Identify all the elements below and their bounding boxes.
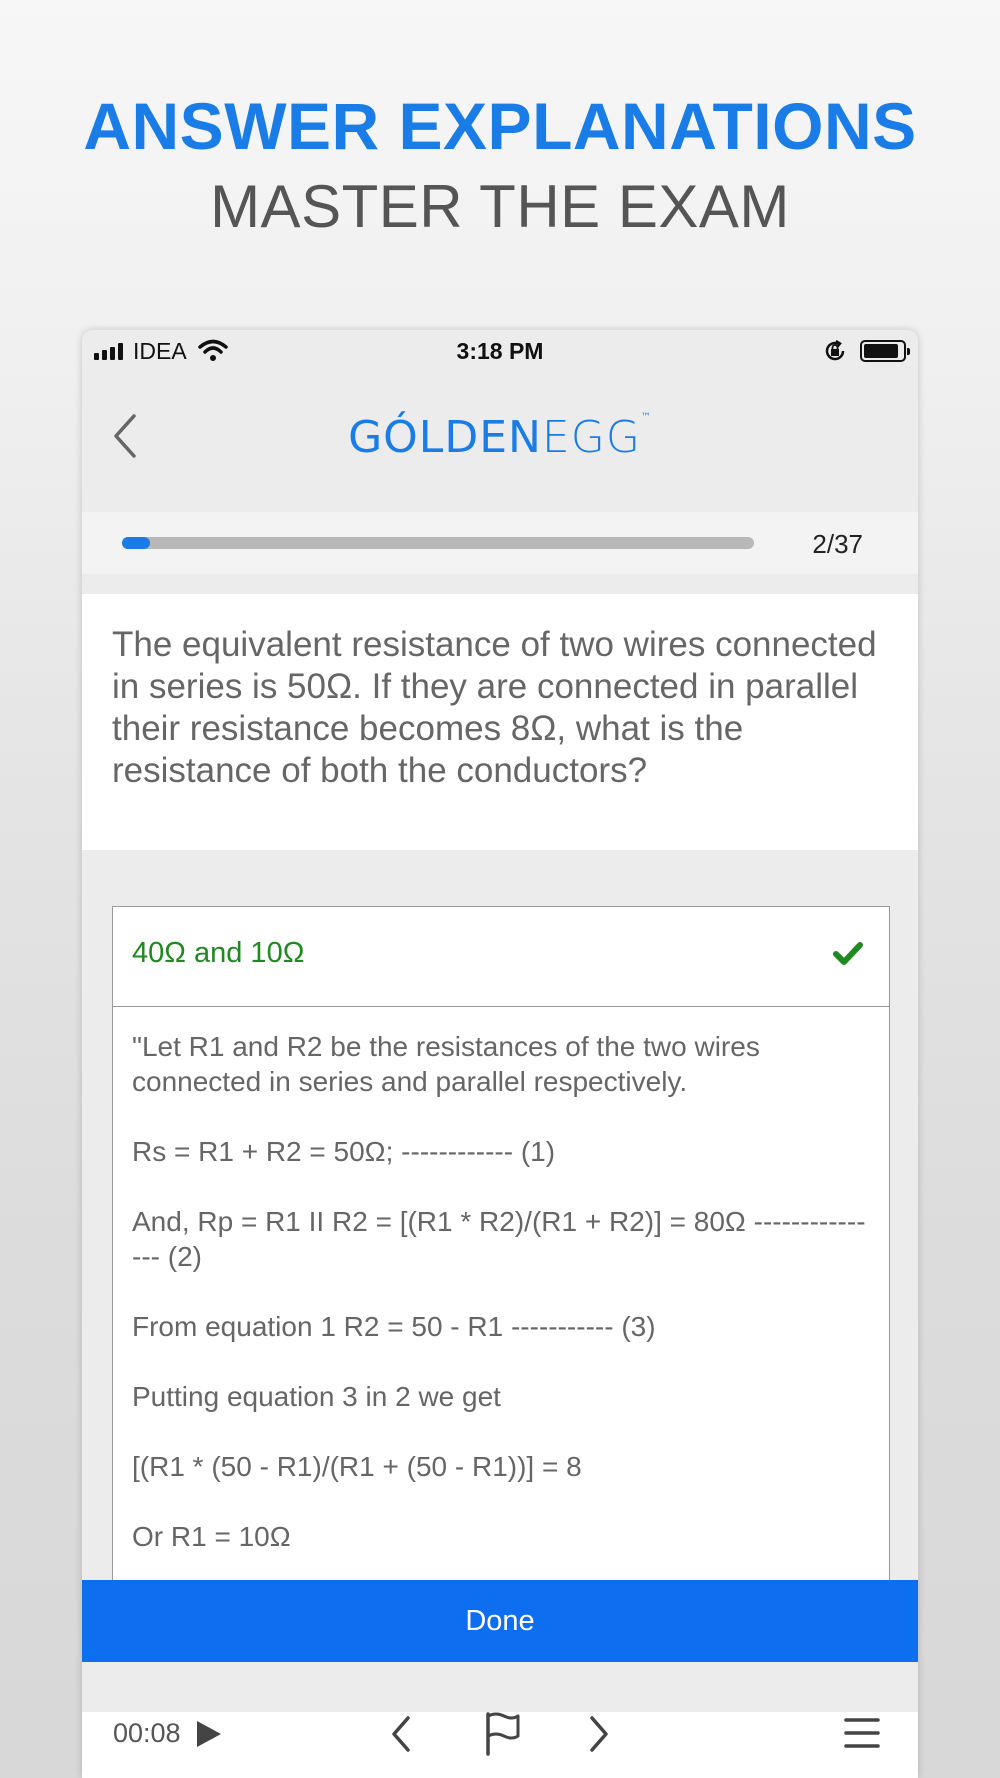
explanation-paragraph: Rs = R1 + R2 = 50Ω; ------------ (1) — [132, 1136, 556, 1167]
explanation-paragraph: "Let R1 and R2 be the resistances of the… — [132, 1031, 760, 1097]
done-button[interactable]: Done — [82, 1580, 918, 1662]
answer-text: 40Ω and 10Ω — [132, 937, 305, 969]
promo-subtitle: MASTER THE EXAM — [210, 173, 790, 240]
explanation-paragraph: Putting equation 3 in 2 we get — [132, 1381, 501, 1412]
previous-question-icon[interactable] — [386, 1712, 416, 1761]
question-card: The equivalent resistance of two wires c… — [82, 594, 918, 850]
menu-icon[interactable] — [844, 1716, 880, 1755]
timer: 00:08 — [113, 1718, 181, 1748]
answer-box: 40Ω and 10Ω "Let R1 and R2 be the resist… — [112, 906, 890, 1618]
progress-bar — [122, 537, 754, 549]
play-icon[interactable] — [194, 1717, 224, 1756]
explanation-paragraph: From equation 1 R2 = 50 - R1 -----------… — [132, 1311, 656, 1342]
nav-bar: GÓLDENEGG™ — [82, 372, 918, 512]
explanation-text: "Let R1 and R2 be the resistances of the… — [113, 1007, 889, 1619]
battery-icon — [860, 340, 910, 362]
status-bar: IDEA 3:18 PM — [82, 330, 918, 372]
phone-screen: IDEA 3:18 PM GÓLDENEGG™ 2/37 The equival… — [82, 330, 918, 1778]
status-time: 3:18 PM — [456, 338, 544, 364]
next-question-icon[interactable] — [584, 1712, 614, 1761]
progress-label: 2/37 — [812, 529, 863, 559]
answer-option[interactable]: 40Ω and 10Ω — [113, 907, 889, 1007]
checkmark-icon — [833, 941, 863, 972]
explanation-paragraph: Or R1 = 10Ω — [132, 1521, 291, 1552]
promo-title: ANSWER EXPLANATIONS — [83, 89, 917, 163]
progress-bar-fill — [122, 537, 151, 549]
question-text: The equivalent resistance of two wires c… — [112, 625, 877, 790]
progress-row: 2/37 — [82, 512, 918, 574]
explanation-paragraph: And, Rp = R1 II R2 = [(R1 * R2)/(R1 + R2… — [132, 1206, 866, 1272]
explanation-paragraph: [(R1 * (50 - R1)/(R1 + (50 - R1))] = 8 — [132, 1451, 582, 1482]
flag-icon[interactable] — [482, 1710, 522, 1761]
goldenegg-logo: GÓLDENEGG™ — [348, 412, 652, 463]
bottom-toolbar: 00:08 — [82, 1712, 918, 1778]
rotation-lock-icon — [822, 338, 848, 370]
